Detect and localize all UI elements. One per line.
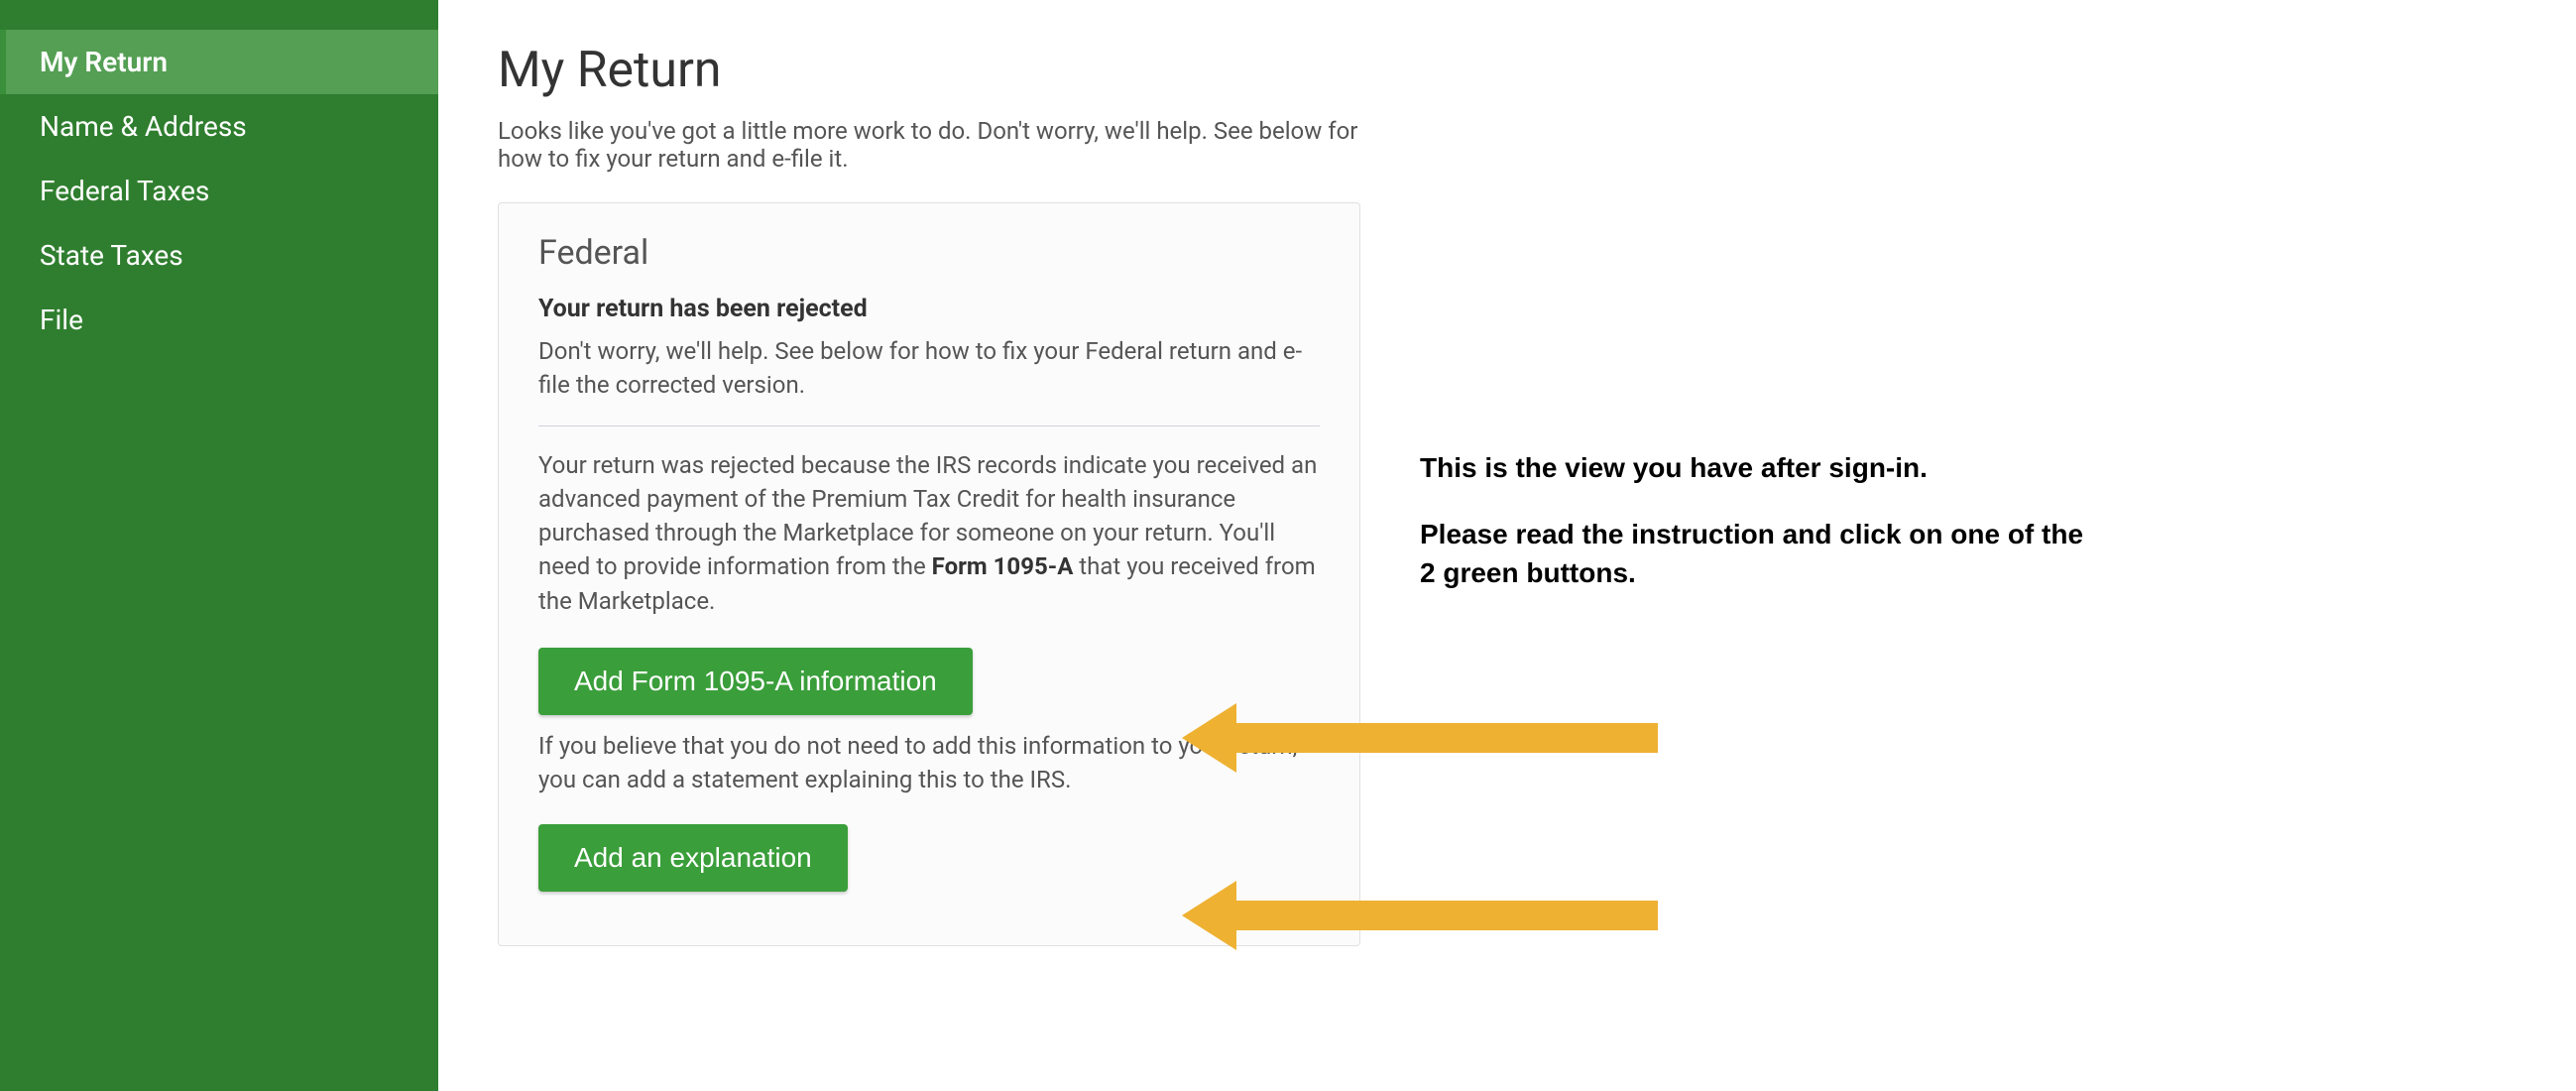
rejection-text: Don't worry, we'll help. See below for h… — [538, 335, 1320, 402]
sidebar-item-file[interactable]: File — [0, 288, 438, 352]
page-title: My Return — [498, 42, 1360, 99]
annotations: This is the view you have after sign-in.… — [1420, 42, 2517, 1049]
arrow-left-icon — [1182, 881, 1658, 950]
sidebar-item-name-address[interactable]: Name & Address — [0, 94, 438, 159]
card-title: Federal — [538, 233, 1320, 273]
arrow-2 — [1182, 881, 1658, 950]
add-form-1095a-button[interactable]: Add Form 1095-A information — [538, 648, 973, 715]
divider — [538, 425, 1320, 426]
annotation-line-2: Please read the instruction and click on… — [1420, 515, 2094, 592]
arrow-left-icon — [1182, 703, 1658, 773]
sidebar: My Return Name & Address Federal Taxes S… — [0, 0, 438, 1091]
page-subtitle: Looks like you've got a little more work… — [498, 117, 1360, 173]
annotation-line-1: This is the view you have after sign-in. — [1420, 448, 2094, 487]
sidebar-item-federal-taxes[interactable]: Federal Taxes — [0, 159, 438, 223]
main-content: My Return Looks like you've got a little… — [438, 0, 2576, 1091]
add-explanation-button[interactable]: Add an explanation — [538, 824, 848, 892]
sidebar-item-my-return[interactable]: My Return — [0, 30, 438, 94]
explanation-text: Your return was rejected because the IRS… — [538, 448, 1320, 617]
arrow-1 — [1182, 703, 1658, 773]
federal-card: Federal Your return has been rejected Do… — [498, 202, 1360, 946]
explanation-bold: Form 1095-A — [932, 552, 1074, 580]
sidebar-item-state-taxes[interactable]: State Taxes — [0, 223, 438, 288]
rejection-heading: Your return has been rejected — [538, 295, 1320, 323]
